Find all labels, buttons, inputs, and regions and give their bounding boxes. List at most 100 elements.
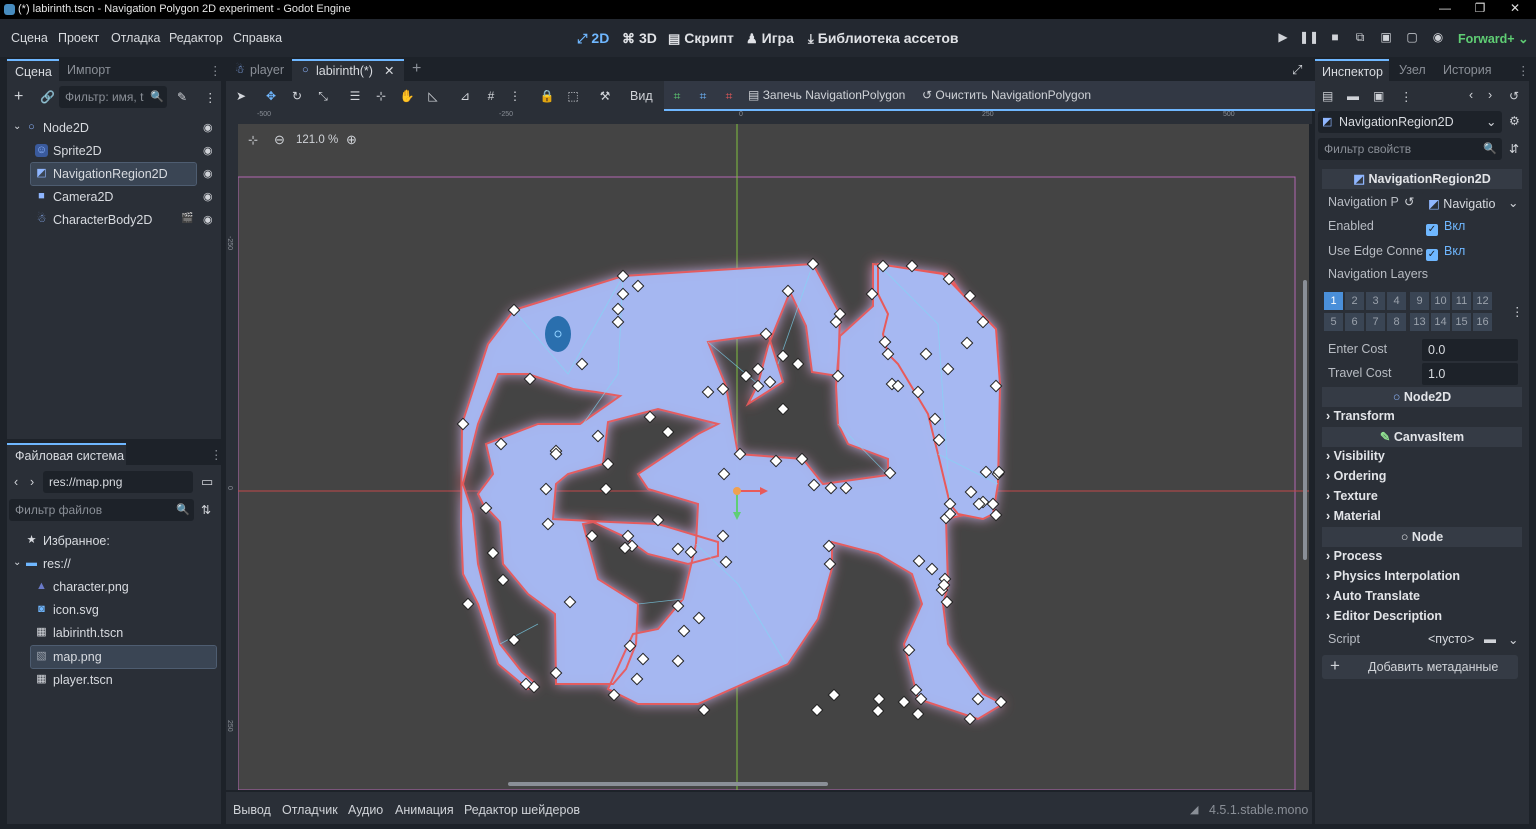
tab-audio[interactable]: Аудио — [348, 803, 383, 817]
menu-editor[interactable]: Редактор — [169, 31, 223, 45]
object-history-icon[interactable]: ↺ — [1509, 89, 1519, 103]
dock-menu-icon[interactable]: ⋮ — [209, 63, 222, 78]
file-item[interactable]: ◙ icon.svg — [7, 599, 221, 621]
polygon-vertex-handle[interactable] — [661, 425, 675, 439]
folder-res[interactable]: ⌄ ▬ res:// — [7, 553, 221, 575]
menu-debug[interactable]: Отладка — [111, 31, 160, 45]
layer-14-toggle[interactable]: 14 — [1431, 313, 1450, 331]
smart-snap-icon[interactable]: ⊿ — [456, 87, 474, 105]
layer-8-toggle[interactable]: 8 — [1387, 313, 1406, 331]
polygon-vertex-handle[interactable] — [776, 402, 790, 416]
enabled-checkbox[interactable]: ✓ Вкл — [1426, 219, 1465, 236]
file-item[interactable]: ▲ character.png — [7, 576, 221, 598]
menu-scene[interactable]: Сцена — [11, 31, 48, 45]
add-tab-icon[interactable]: + — [412, 60, 421, 78]
add-metadata-button[interactable]: + Добавить метаданные — [1322, 655, 1518, 679]
tab-node[interactable]: Узел — [1399, 63, 1426, 77]
polygon-vertex-handle[interactable] — [739, 369, 753, 383]
group-ordering[interactable]: › Ordering — [1326, 469, 1386, 483]
tab-import[interactable]: Импорт ⋮ — [59, 59, 222, 81]
delete-points-icon[interactable]: ⌗ — [720, 87, 738, 105]
layer-6-toggle[interactable]: 6 — [1345, 313, 1364, 331]
edge-connections-checkbox[interactable]: ✓ Вкл — [1426, 244, 1465, 261]
horizontal-scrollbar[interactable] — [508, 782, 828, 786]
select-tool-icon[interactable]: ➤ — [232, 87, 250, 105]
scale-tool-icon[interactable]: ⤡ — [314, 87, 332, 105]
tab-debugger[interactable]: Отладчик — [282, 803, 338, 817]
tree-node-sprite2d[interactable]: ☺ Sprite2D ◉ — [7, 140, 221, 162]
file-item[interactable]: ▦ player.tscn — [7, 669, 221, 691]
history-back-icon[interactable]: ‹ — [1469, 88, 1473, 102]
polygon-vertex-handle[interactable] — [599, 482, 613, 496]
play-custom-scene-icon[interactable]: ▢ — [1402, 30, 1422, 44]
tree-node-navigation-region[interactable]: ◩ NavigationRegion2D — [30, 162, 197, 186]
menu-help[interactable]: Справка — [233, 31, 282, 45]
layer-3-toggle[interactable]: 3 — [1366, 292, 1385, 310]
group-physics-interpolation[interactable]: › Physics Interpolation — [1326, 569, 1460, 583]
bake-navpoly-button[interactable]: ▤ Запечь NavigationPolygon — [748, 88, 905, 102]
group-transform[interactable]: › Transform — [1326, 409, 1395, 423]
link-icon[interactable]: 🔗 — [40, 90, 55, 104]
tab-animation[interactable]: Анимация — [395, 803, 454, 817]
lock-icon[interactable]: 🔒 — [538, 87, 556, 105]
layer-10-toggle[interactable]: 10 — [1431, 292, 1450, 310]
polygon-vertex-handle[interactable] — [872, 692, 886, 706]
group-auto-translate[interactable]: › Auto Translate — [1326, 589, 1420, 603]
property-sort-icon[interactable]: ⇵ — [1509, 142, 1519, 156]
node-options-icon[interactable]: ⚙ — [1509, 114, 1520, 128]
move-tool-icon[interactable]: ✥ — [262, 87, 280, 105]
history-forward-icon[interactable]: › — [1488, 88, 1492, 102]
play-icon[interactable]: ▶ — [1273, 30, 1293, 44]
layer-1-toggle[interactable]: 1 — [1324, 292, 1343, 310]
layers-menu-icon[interactable]: ⋮ — [1511, 304, 1524, 319]
update-spinner-icon[interactable]: ◢ — [1190, 803, 1198, 816]
tree-node-camera2d[interactable]: ■ Camera2D ◉ — [7, 186, 221, 208]
bone-icon[interactable]: ⚒ — [596, 87, 614, 105]
pause-icon[interactable]: ❚❚ — [1299, 30, 1319, 44]
chevron-down-icon[interactable]: ⌄ — [1508, 195, 1518, 210]
zoom-in-icon[interactable]: ⊕ — [346, 132, 357, 148]
dock-menu-icon[interactable]: ⋮ — [210, 447, 223, 462]
tree-node-node2d[interactable]: ⌄ ○ Node2D ◉ — [7, 117, 221, 139]
chevron-down-icon[interactable]: ⌄ — [1508, 632, 1518, 647]
open-resource-icon[interactable]: ▬ — [1347, 89, 1359, 103]
sort-icon[interactable]: ⇅ — [201, 503, 211, 517]
group-process[interactable]: › Process — [1326, 549, 1382, 563]
layer-4-toggle[interactable]: 4 — [1387, 292, 1406, 310]
file-filter-input[interactable]: Фильтр файлов — [9, 499, 194, 521]
tab-player[interactable]: ☃ player — [226, 59, 292, 81]
favorites-item[interactable]: ★ Избранное: — [7, 530, 221, 552]
layer-5-toggle[interactable]: 5 — [1324, 313, 1343, 331]
polygon-vertex-handle[interactable] — [461, 597, 475, 611]
polygon-vertex-handle[interactable] — [897, 695, 911, 709]
play-scene-icon[interactable]: ▣ — [1376, 30, 1396, 44]
visibility-eye-icon[interactable]: ◉ — [203, 121, 217, 134]
resource-menu-icon[interactable]: ⋮ — [1400, 89, 1413, 104]
rotate-tool-icon[interactable]: ↻ — [288, 87, 306, 105]
revert-icon[interactable]: ↺ — [1404, 194, 1414, 209]
workspace-2d-button[interactable]: ⤢ 2D — [577, 30, 609, 47]
workspace-3d-button[interactable]: ⌘ 3D — [622, 30, 657, 47]
visibility-eye-icon[interactable]: ◉ — [203, 167, 217, 180]
polygon-vertex-handle[interactable] — [871, 704, 885, 718]
folder-icon[interactable]: ▬ — [1484, 632, 1496, 646]
navigation-polygon-canvas[interactable] — [238, 124, 1309, 790]
close-window-icon[interactable]: ✕ — [1500, 1, 1530, 18]
node-selector[interactable]: ◩ NavigationRegion2D ⌄ — [1318, 111, 1502, 133]
group-texture[interactable]: › Texture — [1326, 489, 1378, 503]
pivot-tool-icon[interactable]: ⊹ — [372, 87, 390, 105]
remote-debug-icon[interactable]: ⧉ — [1350, 30, 1370, 45]
layer-13-toggle[interactable]: 13 — [1410, 313, 1429, 331]
tab-scene[interactable]: Сцена — [7, 59, 59, 81]
zoom-level[interactable]: 121.0 % — [296, 134, 338, 146]
prop-navigation-polygon[interactable]: Navigation P ↺ ◩ Navigatio ⌄ — [1322, 192, 1518, 214]
enter-cost-field[interactable]: 0.0 — [1422, 339, 1518, 361]
path-field[interactable]: res://map.png — [43, 471, 193, 493]
group-editor-description[interactable]: › Editor Description — [1326, 609, 1442, 623]
layer-2-toggle[interactable]: 2 — [1345, 292, 1364, 310]
tab-inspector[interactable]: Инспектор — [1315, 59, 1389, 81]
layers-grid[interactable]: 1 2 3 4 9 10 11 12 5 6 7 8 13 14 15 16 — [1324, 292, 1496, 334]
layer-9-toggle[interactable]: 9 — [1410, 292, 1429, 310]
file-item[interactable]: ▦ labirinth.tscn — [7, 622, 221, 644]
prop-script[interactable]: Script <пусто> ▬ ⌄ — [1322, 629, 1518, 651]
